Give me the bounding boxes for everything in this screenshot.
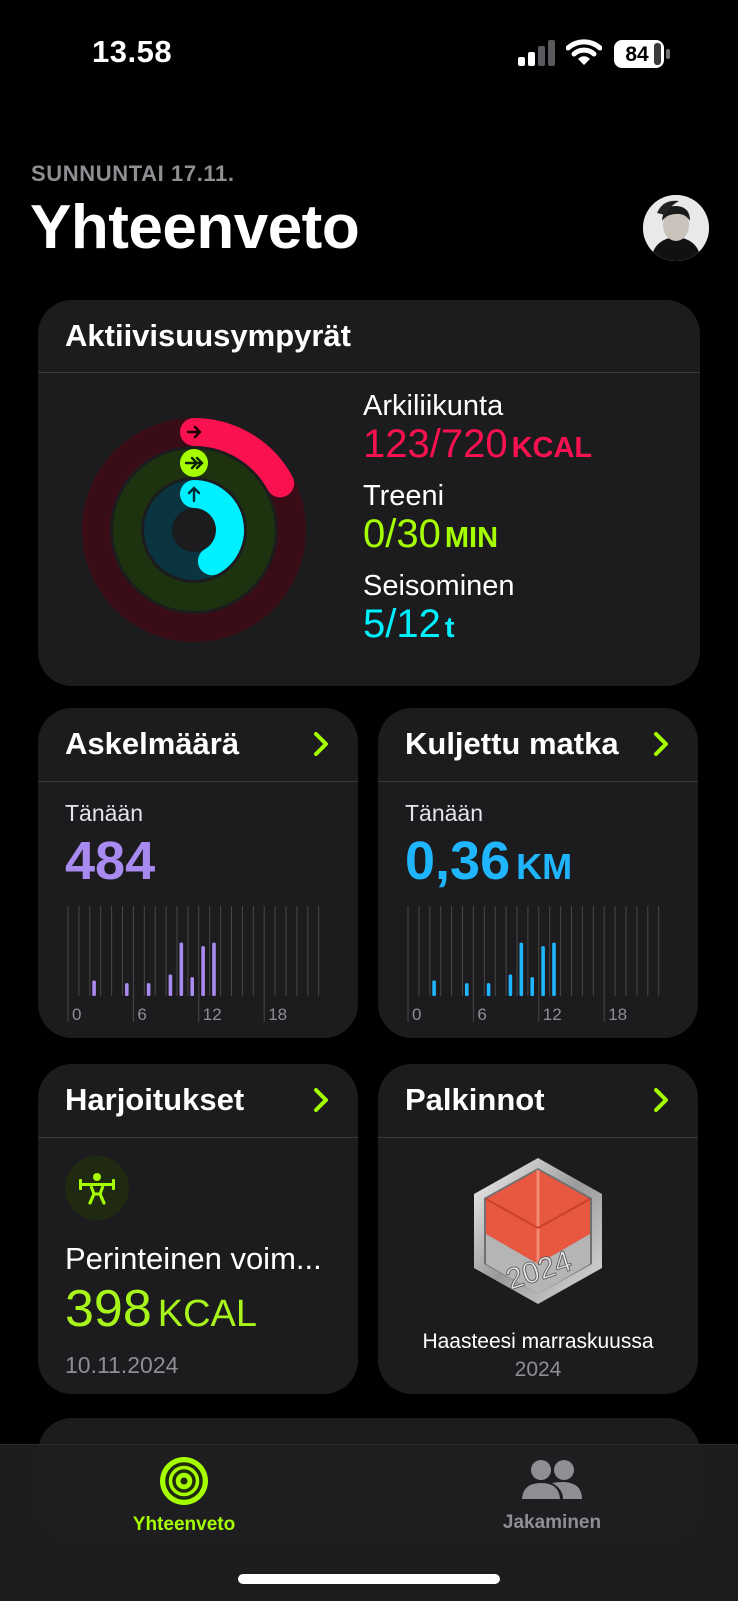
activity-rings-icon xyxy=(160,1457,208,1505)
header-date: SUNNUNTAI 17.11. xyxy=(31,161,235,186)
wifi-icon xyxy=(566,39,602,65)
chart-bar xyxy=(201,946,205,996)
chart-axis-label: 18 xyxy=(268,1005,287,1024)
chart-bar xyxy=(465,983,469,996)
workout-name: Perinteinen voim... xyxy=(65,1241,322,1276)
battery-icon: 84 xyxy=(614,40,670,68)
card-title: Aktiivisuusympyrät xyxy=(65,318,351,353)
stand-value: 5/12 t xyxy=(363,602,455,647)
chart-axis-label: 6 xyxy=(137,1005,146,1024)
profile-avatar[interactable] xyxy=(643,195,709,261)
steps-card[interactable]: Askelmäärä Tänään 484 0 6 12 18 xyxy=(38,708,358,1038)
activity-rings-card[interactable]: Aktiivisuusympyrät Arkiliikunta 123/720 K… xyxy=(38,300,700,686)
divider xyxy=(38,1137,358,1138)
chevron-right-icon xyxy=(654,732,668,756)
award-badge-icon: 2024 xyxy=(474,1158,602,1304)
today-label: Tänään xyxy=(65,800,144,826)
workouts-card[interactable]: Harjoitukset Perinteinen voim... 398 KCAL… xyxy=(38,1064,358,1394)
exercise-label: Treeni xyxy=(363,480,445,512)
awards-card[interactable]: Palkinnot 2024 Haasteesi marraskuussa 20… xyxy=(378,1064,698,1394)
chevron-right-icon xyxy=(654,1088,668,1112)
award-subtitle: 2024 xyxy=(514,1358,562,1381)
chart-bar xyxy=(486,983,491,996)
tab-sharing-label: Jakaminen xyxy=(502,1512,602,1533)
move-unit: KCAL xyxy=(511,432,593,464)
status-time: 13.58 xyxy=(92,34,173,69)
chart-bar xyxy=(179,942,184,996)
stand-unit: t xyxy=(444,612,455,644)
distance-card[interactable]: Kuljettu matka Tänään 0,36 KM 0 6 12 18 xyxy=(378,708,698,1038)
chart-bar xyxy=(212,942,216,996)
card-title: Askelmäärä xyxy=(65,726,240,761)
battery-level: 84 xyxy=(625,43,649,66)
steps-hourly-chart: 0 6 12 18 xyxy=(67,906,320,1024)
chart-bar xyxy=(432,980,436,996)
distance-number: 0,36 xyxy=(405,831,511,891)
chart-axis-label: 0 xyxy=(72,1005,81,1024)
chart-bar xyxy=(92,980,96,996)
stand-value-number: 5/12 xyxy=(363,602,441,646)
page-title: Yhteenveto xyxy=(30,193,360,262)
chart-bar xyxy=(519,942,524,996)
weightlifting-icon xyxy=(65,1156,129,1220)
exercise-value: 0/30 MIN xyxy=(363,512,498,557)
people-icon xyxy=(522,1460,582,1499)
divider xyxy=(378,781,698,782)
chart-axis-label: 6 xyxy=(477,1005,486,1024)
activity-rings xyxy=(82,418,306,642)
chart-bar xyxy=(508,974,513,996)
chart-bar xyxy=(168,974,173,996)
stand-ring-progress xyxy=(180,480,244,576)
distance-unit: KM xyxy=(516,846,573,887)
distance-hourly-chart: 0 6 12 18 xyxy=(407,906,660,1024)
steps-value: 484 xyxy=(65,831,156,891)
chart-bar xyxy=(541,946,545,996)
tab-sharing[interactable]: Jakaminen xyxy=(452,1457,652,1534)
exercise-unit: MIN xyxy=(444,522,499,554)
card-title: Palkinnot xyxy=(405,1082,545,1117)
distance-value: 0,36 KM xyxy=(405,830,572,892)
chart-bar xyxy=(552,942,556,996)
chevron-right-icon xyxy=(314,732,328,756)
tab-summary[interactable]: Yhteenveto xyxy=(84,1457,284,1536)
move-value: 123/720 KCAL xyxy=(363,422,592,467)
chart-bar xyxy=(190,977,194,996)
move-value-number: 123/720 xyxy=(363,422,508,466)
divider xyxy=(38,781,358,782)
award-title: Haasteesi marraskuussa xyxy=(422,1330,654,1353)
chart-bar xyxy=(530,977,534,996)
chevron-right-icon xyxy=(314,1088,328,1112)
chart-axis-label: 12 xyxy=(543,1005,562,1024)
cellular-signal-icon xyxy=(518,40,555,66)
exercise-value-number: 0/30 xyxy=(363,512,441,556)
workout-date: 10.11.2024 xyxy=(65,1352,179,1378)
workout-calories: 398 KCAL xyxy=(65,1279,257,1339)
chart-axis-label: 0 xyxy=(412,1005,421,1024)
workout-calories-unit: KCAL xyxy=(157,1293,258,1335)
workout-calories-number: 398 xyxy=(65,1280,152,1338)
card-title: Harjoitukset xyxy=(65,1082,245,1117)
today-label: Tänään xyxy=(405,800,484,826)
move-label: Arkiliikunta xyxy=(363,390,504,422)
card-title: Kuljettu matka xyxy=(405,726,619,761)
stand-label: Seisominen xyxy=(363,570,515,602)
chart-bar xyxy=(146,983,151,996)
chart-axis-label: 12 xyxy=(203,1005,222,1024)
home-indicator[interactable] xyxy=(238,1574,500,1584)
chart-axis-label: 18 xyxy=(608,1005,627,1024)
chart-bar xyxy=(125,983,129,996)
divider xyxy=(38,372,700,373)
divider xyxy=(378,1137,698,1138)
tab-summary-label: Yhteenveto xyxy=(132,1514,236,1535)
